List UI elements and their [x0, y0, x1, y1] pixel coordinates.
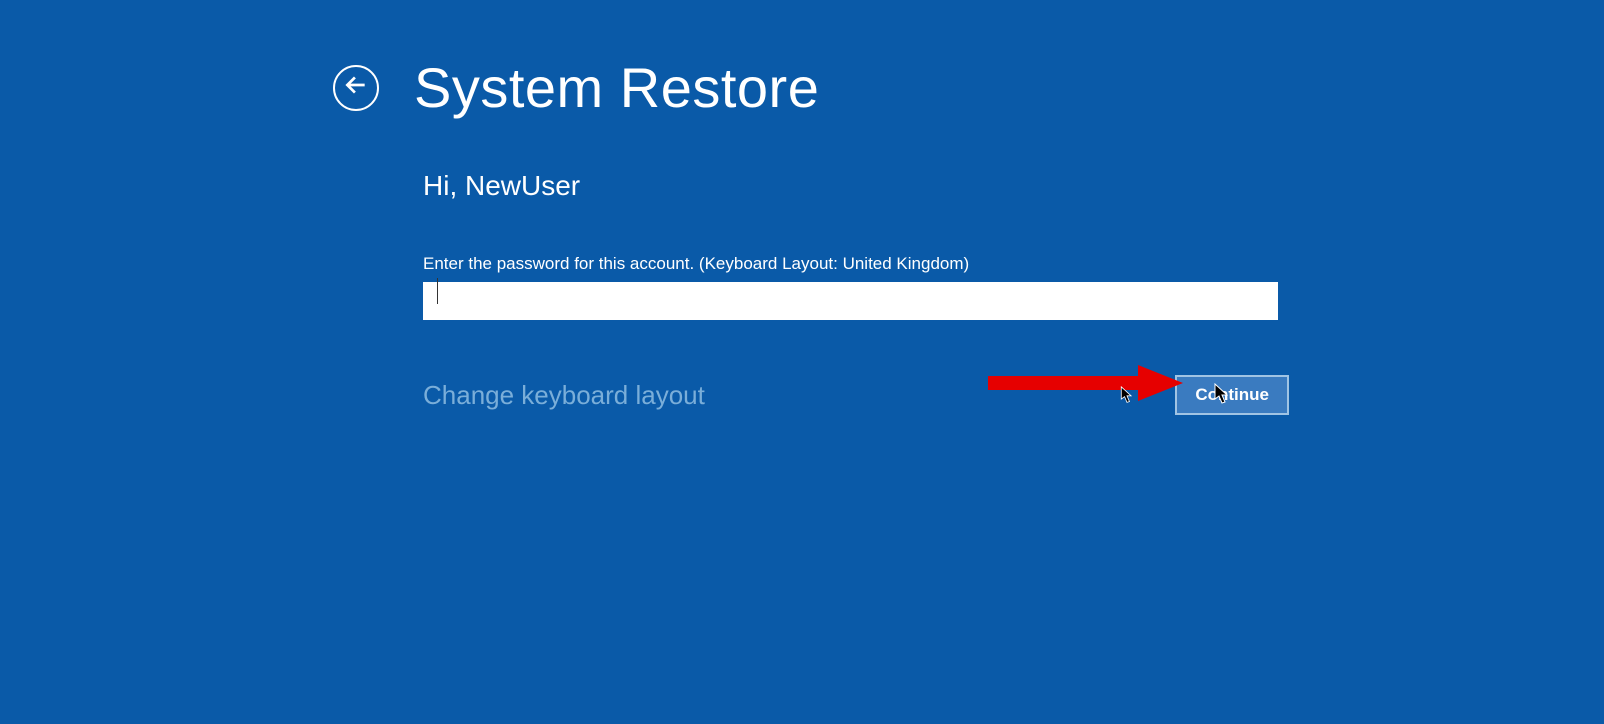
page-title: System Restore: [414, 55, 819, 120]
change-keyboard-layout-link[interactable]: Change keyboard layout: [423, 380, 705, 411]
greeting-text: Hi, NewUser: [423, 170, 1280, 202]
back-button[interactable]: [333, 65, 379, 111]
password-label: Enter the password for this account. (Ke…: [423, 254, 1280, 274]
password-input[interactable]: [423, 282, 1278, 320]
continue-button[interactable]: Continue: [1175, 375, 1289, 415]
back-arrow-icon: [343, 72, 369, 103]
